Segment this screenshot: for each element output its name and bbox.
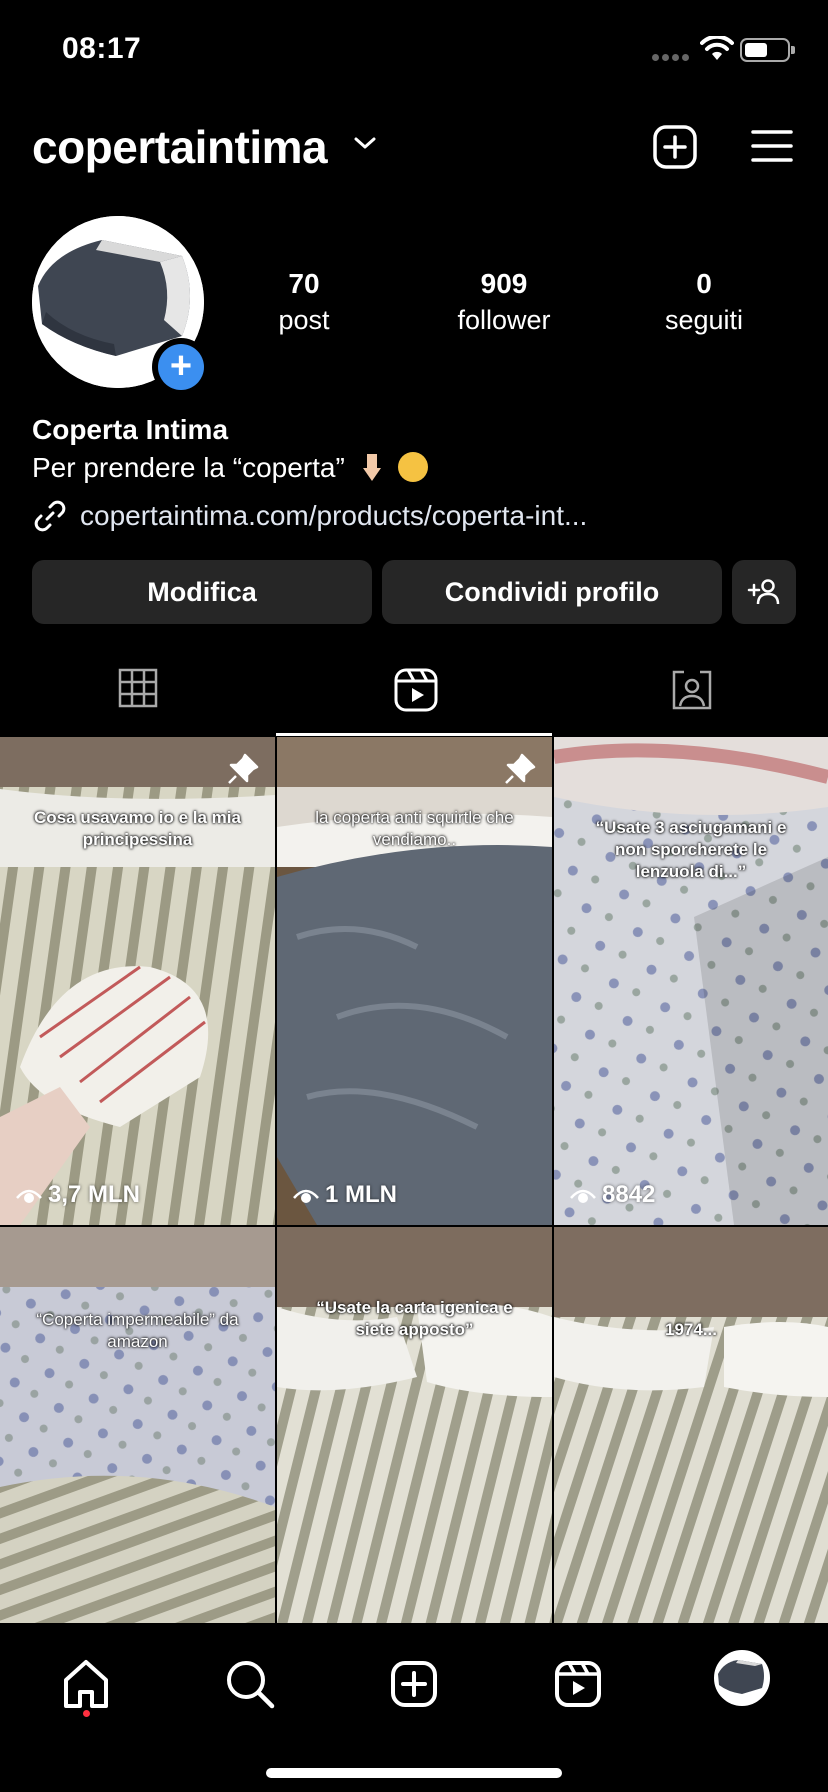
reel-caption: Cosa usavamo io e la mia principessina (34, 808, 241, 849)
profile-header: copertaintima (0, 110, 828, 190)
stat-label: post (278, 305, 330, 335)
edit-profile-button[interactable]: Modifica (32, 560, 372, 624)
share-profile-button[interactable]: Condividi profilo (382, 560, 722, 624)
status-bar: 08:17 (0, 0, 828, 100)
tagged-icon (672, 670, 712, 710)
reel-thumbnail[interactable]: “Usate 3 asciugamani e non sporcherete l… (554, 737, 828, 1225)
reel-caption: “Coperta impermeabile” da amazon (36, 1310, 239, 1351)
stat-posts[interactable]: 70 post (224, 266, 384, 338)
eye-icon (16, 1189, 42, 1203)
create-icon[interactable] (384, 1654, 444, 1714)
username[interactable]: copertaintima (32, 120, 328, 174)
notification-dot (83, 1710, 90, 1717)
reels-icon (394, 668, 438, 712)
reel-caption: “Usate 3 asciugamani e non sporcherete l… (595, 818, 787, 881)
menu-icon[interactable] (750, 126, 794, 166)
tab-tagged[interactable] (552, 640, 828, 736)
eye-icon (570, 1189, 596, 1203)
reel-thumbnail[interactable]: “Usate la carta igenica e siete apposto” (277, 1227, 552, 1623)
stat-following[interactable]: 0 seguiti (624, 266, 784, 338)
profile-tabs (0, 640, 828, 736)
stat-value: 909 (480, 268, 528, 299)
stat-label: seguiti (664, 305, 744, 335)
reel-view-count: 1 MLN (325, 1181, 397, 1208)
pin-icon (228, 753, 259, 784)
profile-link-text[interactable]: copertaintima.com/products/coperta-int..… (80, 500, 587, 532)
reel-caption: la coperta anti squirtle che vendiamo.. (315, 808, 514, 849)
add-story-button[interactable]: + (152, 338, 210, 396)
discover-people-button[interactable] (732, 560, 796, 624)
reel-caption: 1974... (665, 1320, 717, 1339)
tab-grid[interactable] (0, 640, 276, 736)
reel-views: 8842 (570, 1181, 655, 1209)
tab-reels[interactable] (276, 640, 552, 736)
stat-value: 0 (696, 268, 712, 299)
reel-thumbnail[interactable]: Cosa usavamo io e la mia principessina 3… (0, 737, 275, 1225)
reels-grid: Cosa usavamo io e la mia principessina 3… (0, 737, 828, 1623)
wifi-icon (700, 36, 734, 60)
pointing-down-emoji-icon (357, 452, 387, 482)
stat-value: 70 (288, 268, 320, 299)
reel-thumbnail[interactable]: 1974... (554, 1227, 828, 1623)
signal-icon (652, 48, 692, 66)
eye-icon (293, 1189, 319, 1203)
status-time: 08:17 (62, 32, 142, 65)
reel-caption: “Usate la carta igenica e siete apposto” (316, 1298, 513, 1339)
link-icon (34, 500, 66, 532)
reel-thumbnail[interactable]: la coperta anti squirtle che vendiamo.. … (277, 737, 552, 1225)
profile-avatar[interactable] (714, 1650, 770, 1706)
pin-icon (505, 753, 536, 784)
reels-icon[interactable] (548, 1654, 608, 1714)
reel-views: 3,7 MLN (16, 1181, 140, 1209)
reel-view-count: 8842 (602, 1181, 656, 1208)
profile-bio: Per prendere la “coperta” (32, 452, 429, 484)
shushing-face-emoji-icon (398, 452, 429, 482)
add-person-icon (747, 579, 780, 605)
home-icon[interactable] (56, 1654, 116, 1714)
create-post-icon[interactable] (652, 124, 698, 170)
stat-followers[interactable]: 909 follower (424, 266, 584, 338)
reel-views: 1 MLN (293, 1181, 397, 1209)
stat-label: follower (457, 305, 551, 335)
reel-thumbnail[interactable]: “Coperta impermeabile” da amazon (0, 1227, 275, 1623)
profile-full-name: Coperta Intima (32, 414, 229, 445)
bottom-navigation (0, 1624, 828, 1792)
search-icon[interactable] (220, 1654, 280, 1714)
battery-icon (740, 38, 795, 62)
home-indicator (266, 1768, 562, 1778)
bio-text: Per prendere la “coperta” (32, 452, 345, 483)
chevron-down-icon[interactable] (352, 134, 378, 152)
grid-icon (118, 668, 158, 708)
reel-view-count: 3,7 MLN (48, 1181, 141, 1208)
